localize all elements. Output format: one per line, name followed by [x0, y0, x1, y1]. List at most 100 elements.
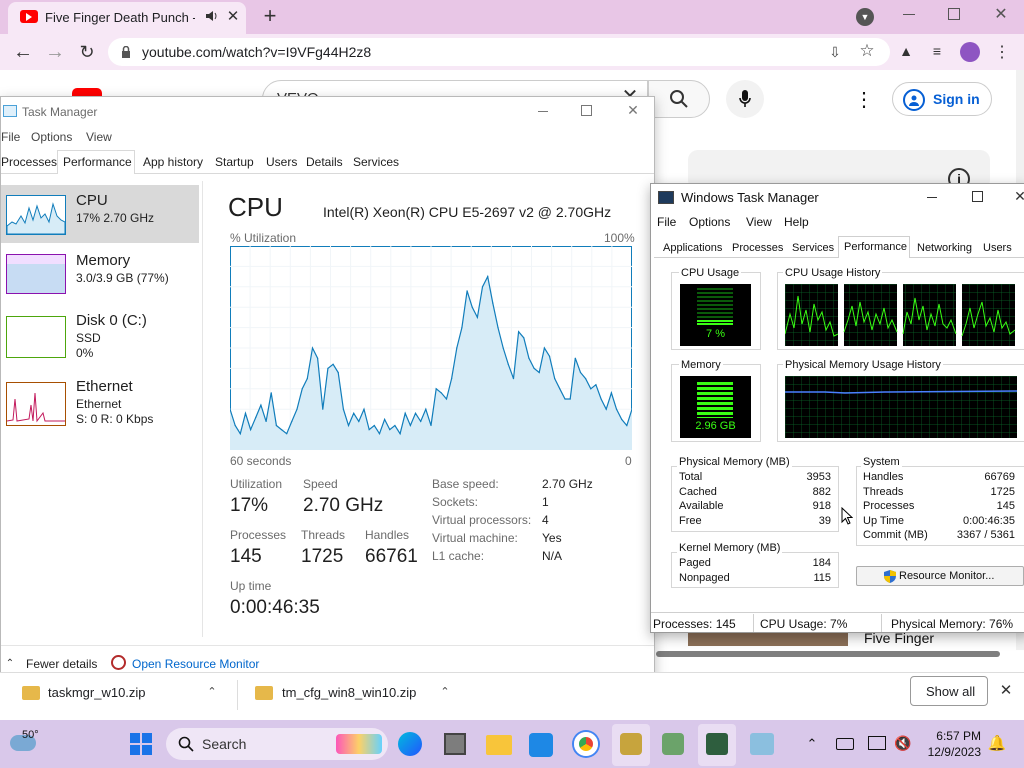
task-view-icon[interactable] [444, 733, 466, 755]
app-icon-2[interactable] [662, 733, 684, 755]
extensions-icon[interactable]: ▲ [898, 43, 914, 59]
close-tab-icon[interactable]: ✕ [225, 8, 241, 25]
app-icon-1[interactable] [620, 733, 642, 755]
tm7-menu-file[interactable]: File [657, 215, 676, 229]
reload-icon[interactable]: ↻ [76, 41, 98, 63]
volume-muted-icon[interactable]: 🔇 [894, 734, 912, 752]
tm7-menu-help[interactable]: Help [784, 215, 809, 229]
tm7-tab-services[interactable]: Services [792, 242, 834, 254]
download-2-chevron-icon[interactable]: ⌃ [438, 684, 452, 698]
task-manager-w10-taskbar-icon[interactable] [750, 733, 774, 755]
tab-performance[interactable]: Performance [57, 150, 135, 174]
download-item-1[interactable]: taskmgr_w10.zip [48, 685, 146, 700]
cpu-mini-graph [6, 195, 66, 235]
fewer-details-link[interactable]: Fewer details [26, 657, 97, 671]
download-item-2[interactable]: tm_cfg_win8_win10.zip [282, 685, 416, 700]
download-divider [237, 680, 238, 710]
sidebar-disk-type: SSD [76, 331, 101, 345]
video-thumbnail[interactable] [688, 632, 848, 646]
tm10-minimize-icon[interactable] [538, 111, 548, 112]
base-speed-value: 2.70 GHz [542, 477, 593, 491]
cpu-sample-point [605, 408, 607, 410]
bookmark-star-icon[interactable]: ☆ [858, 41, 876, 60]
microsoft-store-icon[interactable] [529, 733, 553, 757]
install-icon[interactable]: ⇩ [826, 44, 844, 60]
threads-label: Threads [301, 528, 346, 542]
virtual-processors-label: Virtual processors: [432, 513, 532, 527]
clock-date[interactable]: 12/9/2023 [921, 745, 981, 759]
tm10-maximize-icon[interactable] [581, 105, 592, 116]
task-manager-taskbar-icon[interactable] [706, 733, 728, 755]
tab-app-history[interactable]: App history [143, 155, 203, 169]
tm7-maximize-icon[interactable] [972, 191, 983, 202]
forward-icon[interactable]: → [44, 41, 66, 63]
new-tab-icon[interactable]: + [260, 3, 280, 28]
browser-menu-icon[interactable]: ⋮ [994, 42, 1010, 62]
sidebar-memory-name: Memory [76, 252, 131, 269]
notifications-bell-icon[interactable]: 🔔 [988, 734, 1007, 752]
restore-icon[interactable] [948, 8, 960, 20]
voice-search-button[interactable] [726, 80, 764, 118]
tm7-tab-performance[interactable]: Performance [838, 236, 910, 258]
tab-search-icon[interactable]: ▼ [856, 8, 874, 26]
tm7-tab-processes[interactable]: Processes [732, 242, 783, 254]
start-icon[interactable] [130, 733, 152, 755]
phys-total-label: Total [679, 471, 703, 483]
sign-in-button[interactable]: Sign in [892, 82, 992, 116]
ethernet-mini-graph [6, 382, 66, 426]
media-control-icon[interactable]: ≡ [928, 43, 946, 59]
edge-icon[interactable] [398, 732, 422, 756]
tab-services[interactable]: Services [353, 155, 399, 169]
file-explorer-icon[interactable] [486, 735, 512, 755]
tm7-minimize-icon[interactable] [927, 197, 937, 198]
chevron-up-icon[interactable]: ⌃ [4, 657, 16, 669]
youtube-search-button[interactable] [648, 80, 710, 118]
phys-free-value: 39 [818, 515, 831, 527]
cpu-sample-point [548, 355, 551, 357]
youtube-menu-icon[interactable]: ⋮ [854, 88, 874, 111]
menu-view[interactable]: View [86, 130, 112, 144]
clock-time[interactable]: 6:57 PM [925, 729, 981, 743]
cpu-sample-point [332, 363, 334, 365]
menu-file[interactable]: File [1, 130, 20, 144]
tm7-menu-view[interactable]: View [746, 215, 772, 229]
menu-options[interactable]: Options [31, 130, 72, 144]
utilization-value: 17% [230, 495, 269, 516]
tab-processes[interactable]: Processes [1, 155, 57, 169]
tm7-tab-applications[interactable]: Applications [663, 242, 722, 254]
cpu-sample-point [554, 378, 556, 380]
l1-cache-value: N/A [542, 549, 563, 563]
show-all-button[interactable]: Show all [910, 676, 988, 706]
keyboard-icon[interactable] [836, 738, 854, 750]
tm10-close-icon[interactable]: ✕ [625, 102, 641, 118]
taskbar-search[interactable]: Search [166, 728, 388, 760]
tab-users[interactable]: Users [266, 155, 297, 169]
resource-monitor-button[interactable]: Resource Monitor... [856, 566, 1024, 586]
lock-icon[interactable] [120, 45, 132, 59]
tray-overflow-icon[interactable]: ⌃ [804, 736, 820, 752]
profile-avatar-icon[interactable] [960, 42, 980, 62]
cpu-sample-point [579, 371, 582, 374]
download-1-chevron-icon[interactable]: ⌃ [205, 684, 219, 698]
tab-startup[interactable]: Startup [215, 155, 254, 169]
back-icon[interactable]: ← [12, 41, 34, 63]
chrome-icon[interactable] [574, 732, 598, 756]
tm7-menu-options[interactable]: Options [689, 215, 730, 229]
network-icon[interactable] [868, 736, 886, 750]
sys-processes-value: 145 [996, 500, 1015, 512]
tm7-close-icon[interactable]: ✕ [1013, 188, 1024, 204]
kernel-paged-value: 184 [812, 557, 831, 569]
cpu-sample-point [363, 408, 365, 410]
tab-details[interactable]: Details [306, 155, 343, 169]
minimize-icon[interactable] [903, 14, 915, 15]
horizontal-scrollbar[interactable] [656, 651, 1000, 657]
open-resource-monitor-link[interactable]: Open Resource Monitor [132, 657, 259, 671]
tm7-tab-networking[interactable]: Networking [917, 242, 972, 254]
tm7-tab-users[interactable]: Users [983, 242, 1012, 254]
close-downloads-icon[interactable]: ✕ [998, 682, 1014, 699]
close-window-icon[interactable]: ✕ [992, 5, 1010, 23]
speaker-icon[interactable] [205, 9, 219, 23]
sidebar-ethernet-sub: Ethernet [76, 397, 122, 411]
time-axis-left: 60 seconds [230, 454, 292, 468]
cpu-sample-point [420, 420, 422, 423]
